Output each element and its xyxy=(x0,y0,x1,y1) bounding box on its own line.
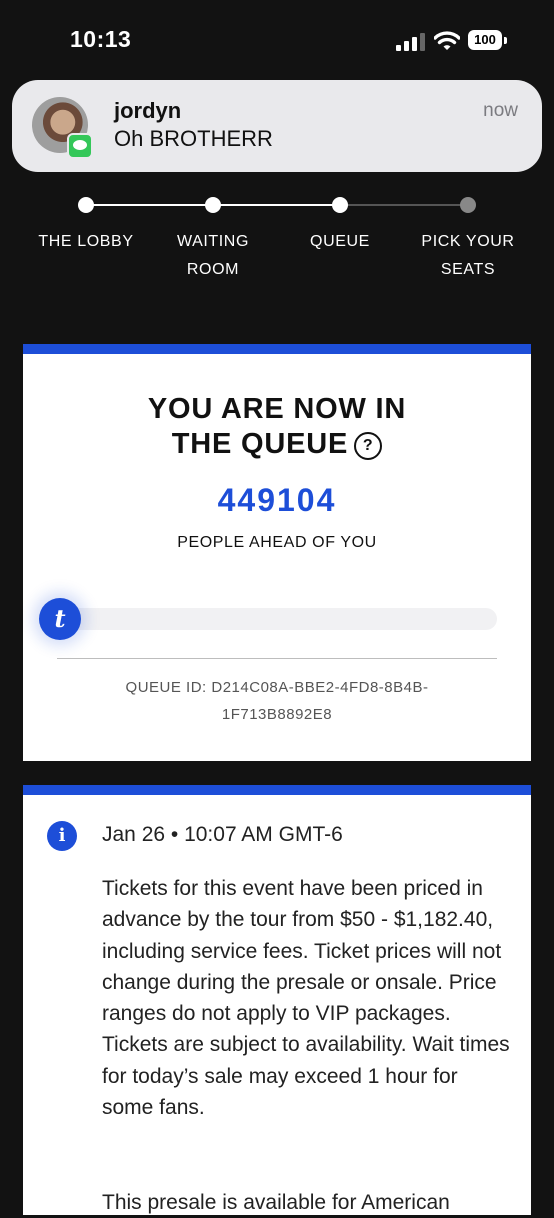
info-message: Tickets for this event have been priced … xyxy=(102,877,510,1120)
step-dot-waiting-room xyxy=(205,197,221,213)
step-label-pick-seats: PICK YOUR SEATS xyxy=(421,233,515,278)
step-dot-pick-seats xyxy=(460,197,476,213)
status-bar: 10:13 100 xyxy=(0,0,554,80)
battery-level: 100 xyxy=(468,30,502,50)
info-message-continued: This presale is available for American xyxy=(102,1191,450,1214)
cellular-signal-icon xyxy=(396,33,425,51)
notification-sender: jordyn xyxy=(114,98,182,123)
queue-title: YOU ARE NOW IN THE QUEUE? xyxy=(147,393,407,460)
message-notification[interactable]: jordyn Oh BROTHERR now xyxy=(12,80,542,172)
queue-id: QUEUE ID: D214C08A-BBE2-4FD8-8B4B- 1F713… xyxy=(125,679,429,723)
info-icon: i xyxy=(47,821,77,851)
queue-progress-stepper: THE LOBBY WAITING ROOM QUEUE PICK YOUR SEA… xyxy=(0,190,554,290)
step-dot-lobby xyxy=(78,197,94,213)
step-label-queue: QUEUE xyxy=(310,233,370,250)
queue-progress-bar xyxy=(61,608,497,630)
help-icon[interactable]: ? xyxy=(354,432,383,460)
divider xyxy=(57,658,497,659)
step-label-waiting-room: WAITING ROOM xyxy=(176,233,250,278)
notification-message: Oh BROTHERR xyxy=(114,126,273,151)
notification-time: now xyxy=(483,100,518,121)
event-info-card: i Jan 26 • 10:07 AM GMT-6 Tickets for th… xyxy=(23,785,531,1215)
ticketmaster-logo-icon: t xyxy=(39,598,81,640)
card-accent-bar xyxy=(23,785,531,795)
messages-icon xyxy=(67,133,93,159)
card-accent-bar xyxy=(23,344,531,354)
wifi-icon xyxy=(434,31,460,50)
stepper-line-pending xyxy=(340,204,468,206)
info-timestamp: Jan 26 • 10:07 AM GMT-6 xyxy=(102,823,343,846)
queue-status-card: YOU ARE NOW IN THE QUEUE? 449104 PEOPLE … xyxy=(23,344,531,761)
step-label-lobby: THE LOBBY xyxy=(38,233,134,250)
step-dot-queue xyxy=(332,197,348,213)
people-ahead-count: 449104 xyxy=(217,482,337,518)
people-ahead-label: PEOPLE AHEAD OF YOU xyxy=(177,534,377,551)
status-time: 10:13 xyxy=(70,26,132,52)
battery-icon: 100 xyxy=(468,30,508,52)
